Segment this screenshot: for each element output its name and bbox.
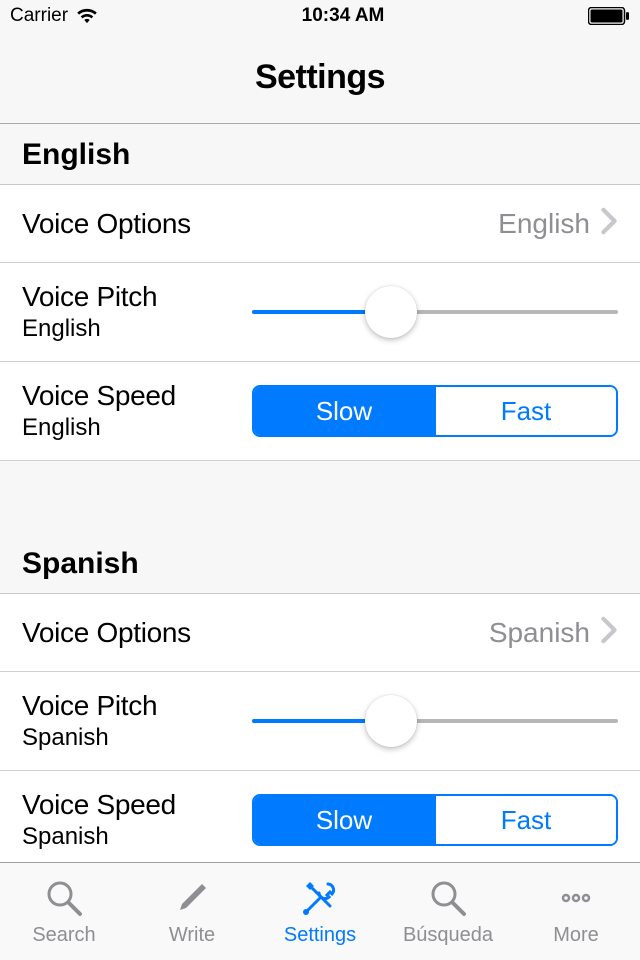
voice-pitch-slider[interactable] xyxy=(252,292,618,332)
tab-label: Search xyxy=(32,924,95,947)
tab-label: Búsqueda xyxy=(403,924,493,947)
voice-pitch-label: Voice Pitch xyxy=(22,281,252,313)
voice-options-value: English xyxy=(498,208,590,240)
wifi-icon xyxy=(76,8,98,24)
tab-busqueda[interactable]: Búsqueda xyxy=(384,863,512,960)
tools-icon xyxy=(298,876,342,920)
clock: 10:34 AM xyxy=(302,5,385,27)
section-header-spanish: Spanish xyxy=(0,533,640,594)
voice-speed-segmented[interactable]: Slow Fast xyxy=(252,385,618,437)
section-gap xyxy=(0,461,640,533)
pencil-icon xyxy=(170,876,214,920)
voice-speed-label: Voice Speed xyxy=(22,789,252,821)
row-english-voice-speed: Voice Speed English Slow Fast xyxy=(0,362,640,461)
tab-settings[interactable]: Settings xyxy=(256,863,384,960)
more-icon xyxy=(554,876,598,920)
voice-pitch-slider[interactable] xyxy=(252,701,618,741)
voice-options-label: Voice Options xyxy=(22,617,252,649)
page-title: Settings xyxy=(255,58,385,97)
carrier-label: Carrier xyxy=(10,5,68,27)
section-header-english: English xyxy=(0,124,640,185)
segment-fast[interactable]: Fast xyxy=(434,387,616,435)
settings-content[interactable]: English Voice Options English Voice Pitc… xyxy=(0,124,640,862)
segment-slow[interactable]: Slow xyxy=(254,796,434,844)
nav-bar: Settings xyxy=(0,32,640,124)
tab-label: More xyxy=(553,924,599,947)
voice-options-value: Spanish xyxy=(489,617,590,649)
voice-options-label: Voice Options xyxy=(22,208,252,240)
row-spanish-voice-options[interactable]: Voice Options Spanish xyxy=(0,594,640,672)
row-spanish-voice-pitch: Voice Pitch Spanish xyxy=(0,672,640,771)
tab-label: Settings xyxy=(284,924,356,947)
tab-write[interactable]: Write xyxy=(128,863,256,960)
tab-label: Write xyxy=(169,924,215,947)
segment-fast[interactable]: Fast xyxy=(434,796,616,844)
row-english-voice-pitch: Voice Pitch English xyxy=(0,263,640,362)
tab-search[interactable]: Search xyxy=(0,863,128,960)
tab-more[interactable]: More xyxy=(512,863,640,960)
battery-icon xyxy=(588,7,630,25)
segment-slow[interactable]: Slow xyxy=(254,387,434,435)
row-english-voice-options[interactable]: Voice Options English xyxy=(0,185,640,263)
voice-speed-sub: English xyxy=(22,414,252,442)
tab-bar: Search Write Settings Búsqueda xyxy=(0,862,640,960)
search-icon xyxy=(426,876,470,920)
voice-speed-sub: Spanish xyxy=(22,823,252,851)
chevron-right-icon xyxy=(600,207,618,240)
row-spanish-voice-speed: Voice Speed Spanish Slow Fast xyxy=(0,771,640,862)
search-icon xyxy=(42,876,86,920)
status-bar: Carrier 10:34 AM xyxy=(0,0,640,32)
voice-speed-segmented[interactable]: Slow Fast xyxy=(252,794,618,846)
voice-pitch-sub: Spanish xyxy=(22,724,252,752)
chevron-right-icon xyxy=(600,616,618,649)
voice-speed-label: Voice Speed xyxy=(22,380,252,412)
voice-pitch-sub: English xyxy=(22,315,252,343)
voice-pitch-label: Voice Pitch xyxy=(22,690,252,722)
